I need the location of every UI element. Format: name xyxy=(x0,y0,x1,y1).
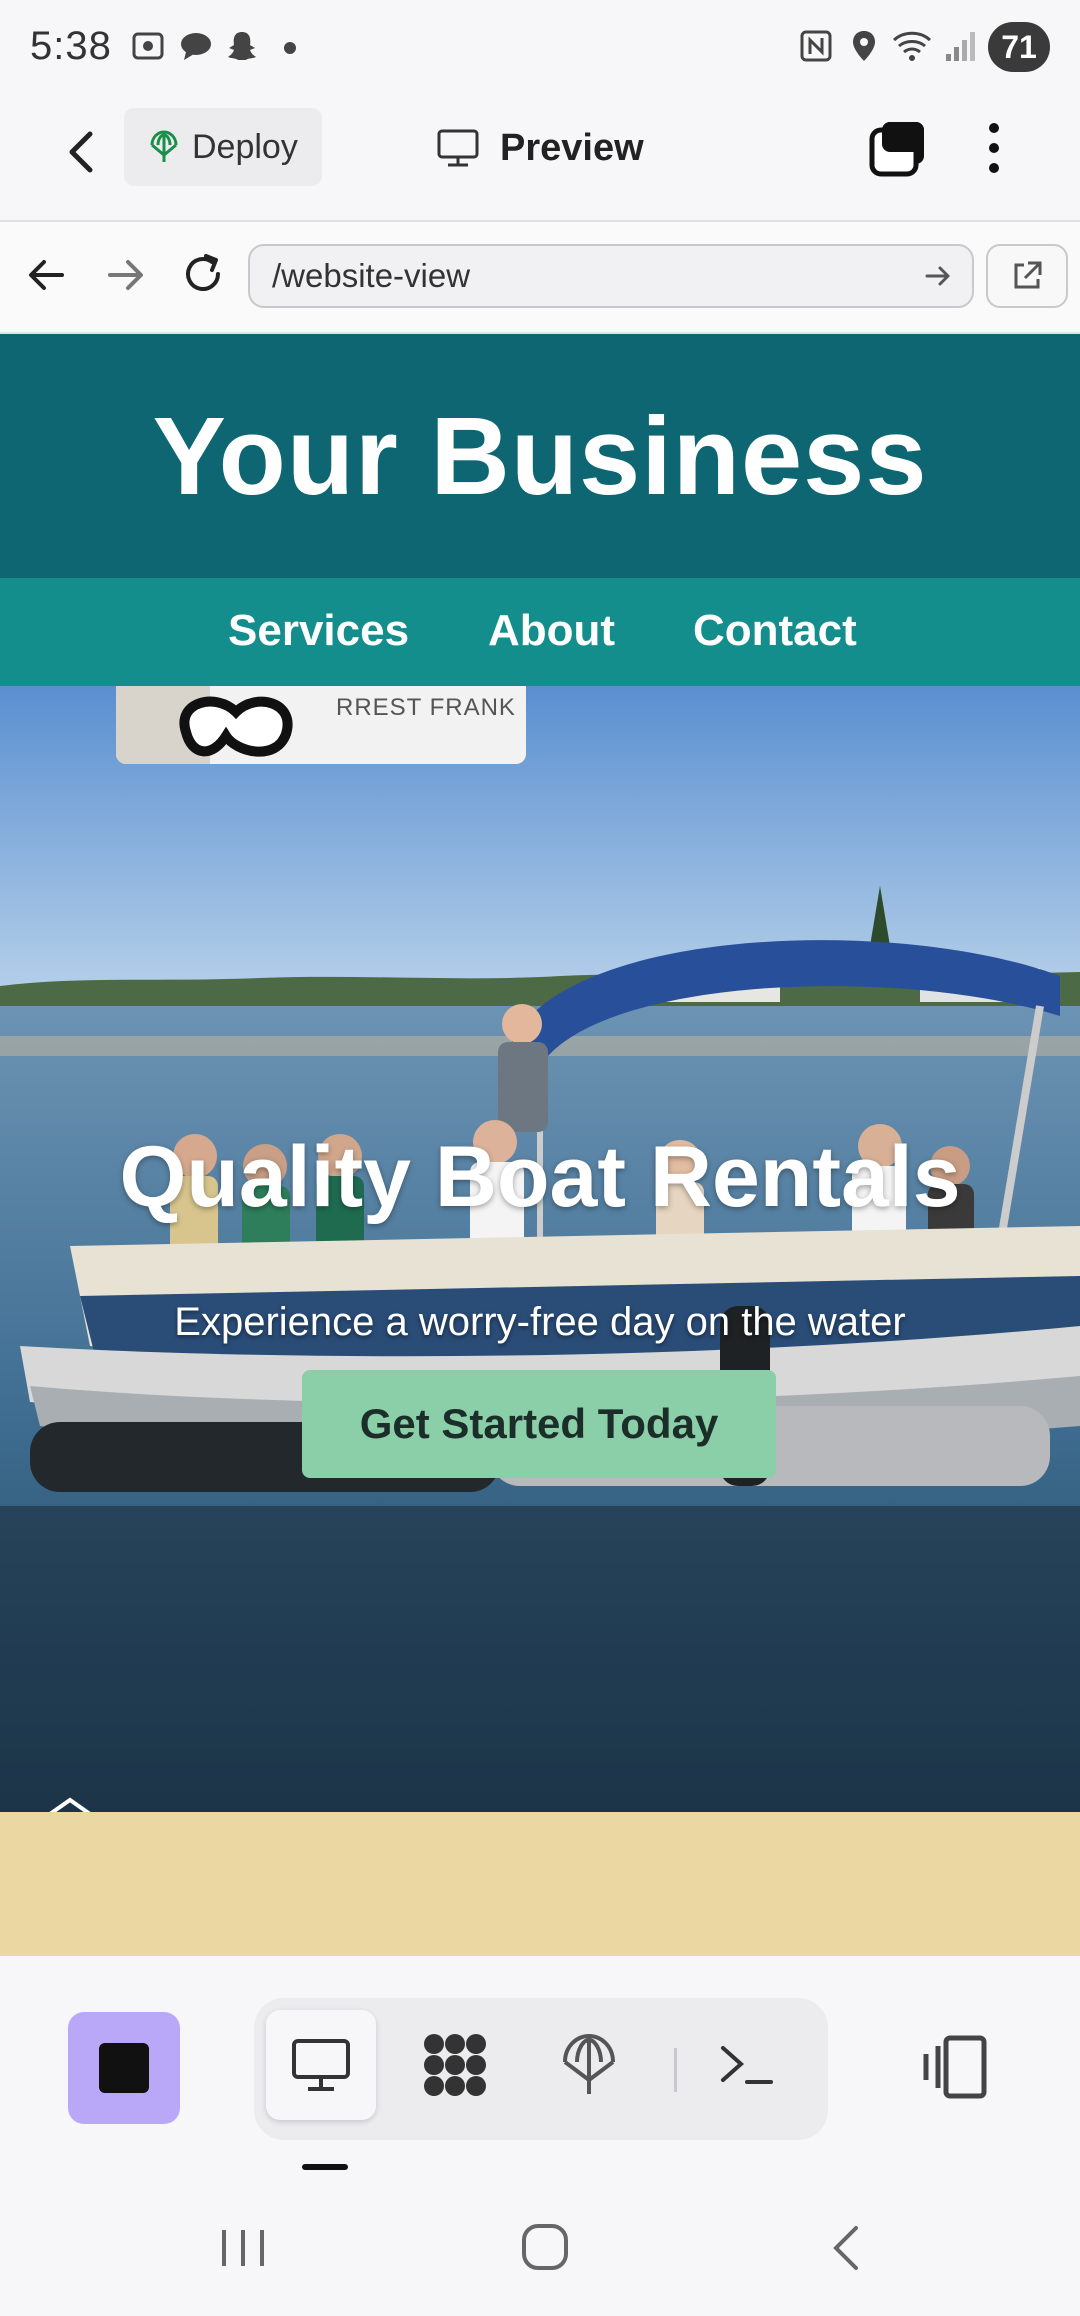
recent-apps-button[interactable] xyxy=(218,2226,268,2270)
android-nav-bar xyxy=(0,2176,1080,2316)
mode-preview-button[interactable] xyxy=(266,2010,376,2120)
status-time: 5:38 xyxy=(30,24,112,68)
mode-grid-button[interactable] xyxy=(400,2010,510,2120)
site-header: Your Business xyxy=(0,334,1080,578)
open-external-button[interactable] xyxy=(986,244,1068,308)
sand-section xyxy=(0,1812,1080,1956)
location-icon xyxy=(853,31,875,61)
site-title: Your Business xyxy=(152,394,928,518)
stop-button[interactable] xyxy=(68,2012,180,2124)
hero-section: RREST FRANK Quality Boat Rentals Experie… xyxy=(0,686,1080,1812)
monitor-icon xyxy=(437,129,479,167)
url-text: /website-view xyxy=(272,257,471,294)
toolbar-divider xyxy=(674,2048,677,2092)
preview-icon xyxy=(292,2039,350,2091)
nav-link-services[interactable]: Services xyxy=(228,606,409,656)
nav-link-about[interactable]: About xyxy=(488,606,615,656)
signal-icon xyxy=(946,32,975,61)
browser-forward-button[interactable] xyxy=(100,250,150,300)
wifi-icon xyxy=(892,31,932,61)
site-nav: Services About Contact xyxy=(0,578,1080,686)
grid-icon xyxy=(424,2034,486,2096)
preview-title: Preview xyxy=(436,118,644,178)
back-button[interactable] xyxy=(52,122,112,182)
stop-icon xyxy=(99,2043,149,2093)
hero-subheading: Experience a worry-free day on the water xyxy=(174,1300,906,1344)
logo-caption: RREST FRANK xyxy=(336,694,516,721)
preview-label: Preview xyxy=(500,126,644,169)
reload-button[interactable] xyxy=(178,250,228,300)
more-options-button[interactable] xyxy=(974,116,1014,180)
terminal-icon xyxy=(721,2046,773,2084)
browser-back-button[interactable] xyxy=(22,250,72,300)
chat-bubble-icon xyxy=(181,33,211,60)
deploy-icon xyxy=(150,130,178,162)
logo-card: RREST FRANK xyxy=(116,686,526,764)
system-back-button[interactable] xyxy=(826,2224,866,2272)
deploy-label: Deploy xyxy=(192,127,298,166)
nfc-icon xyxy=(800,30,832,62)
active-mode-indicator xyxy=(302,2164,348,2170)
mode-switcher xyxy=(254,1998,828,2140)
chevron-up-icon xyxy=(49,1797,91,1812)
go-arrow-icon[interactable] xyxy=(922,260,954,292)
snapchat-icon xyxy=(228,32,256,60)
nav-link-contact[interactable]: Contact xyxy=(693,606,857,656)
home-button[interactable] xyxy=(520,2222,570,2272)
url-input[interactable]: /website-view xyxy=(248,244,974,308)
screenshot-icon xyxy=(132,32,164,60)
deploy-icon xyxy=(563,2033,615,2094)
status-bar: 5:38 71 xyxy=(0,0,1080,96)
hero-boat-image xyxy=(0,686,1080,1812)
bottom-toolbar xyxy=(0,1956,1080,2176)
app-toolbar: Deploy Preview xyxy=(0,96,1080,222)
hero-heading: Quality Boat Rentals xyxy=(119,1129,961,1225)
external-link-icon xyxy=(1014,261,1042,289)
mode-deploy-button[interactable] xyxy=(534,2010,644,2120)
logo-graphic xyxy=(116,686,293,764)
browser-bar: /website-view xyxy=(0,222,1080,334)
split-view-button[interactable] xyxy=(916,2028,996,2108)
battery-badge: 71 xyxy=(988,22,1050,72)
tabs-button[interactable] xyxy=(866,116,930,180)
mode-terminal-button[interactable] xyxy=(692,2010,802,2120)
deploy-button[interactable]: Deploy xyxy=(124,108,322,186)
get-started-button[interactable]: Get Started Today xyxy=(302,1370,776,1478)
dot-icon xyxy=(284,42,296,54)
